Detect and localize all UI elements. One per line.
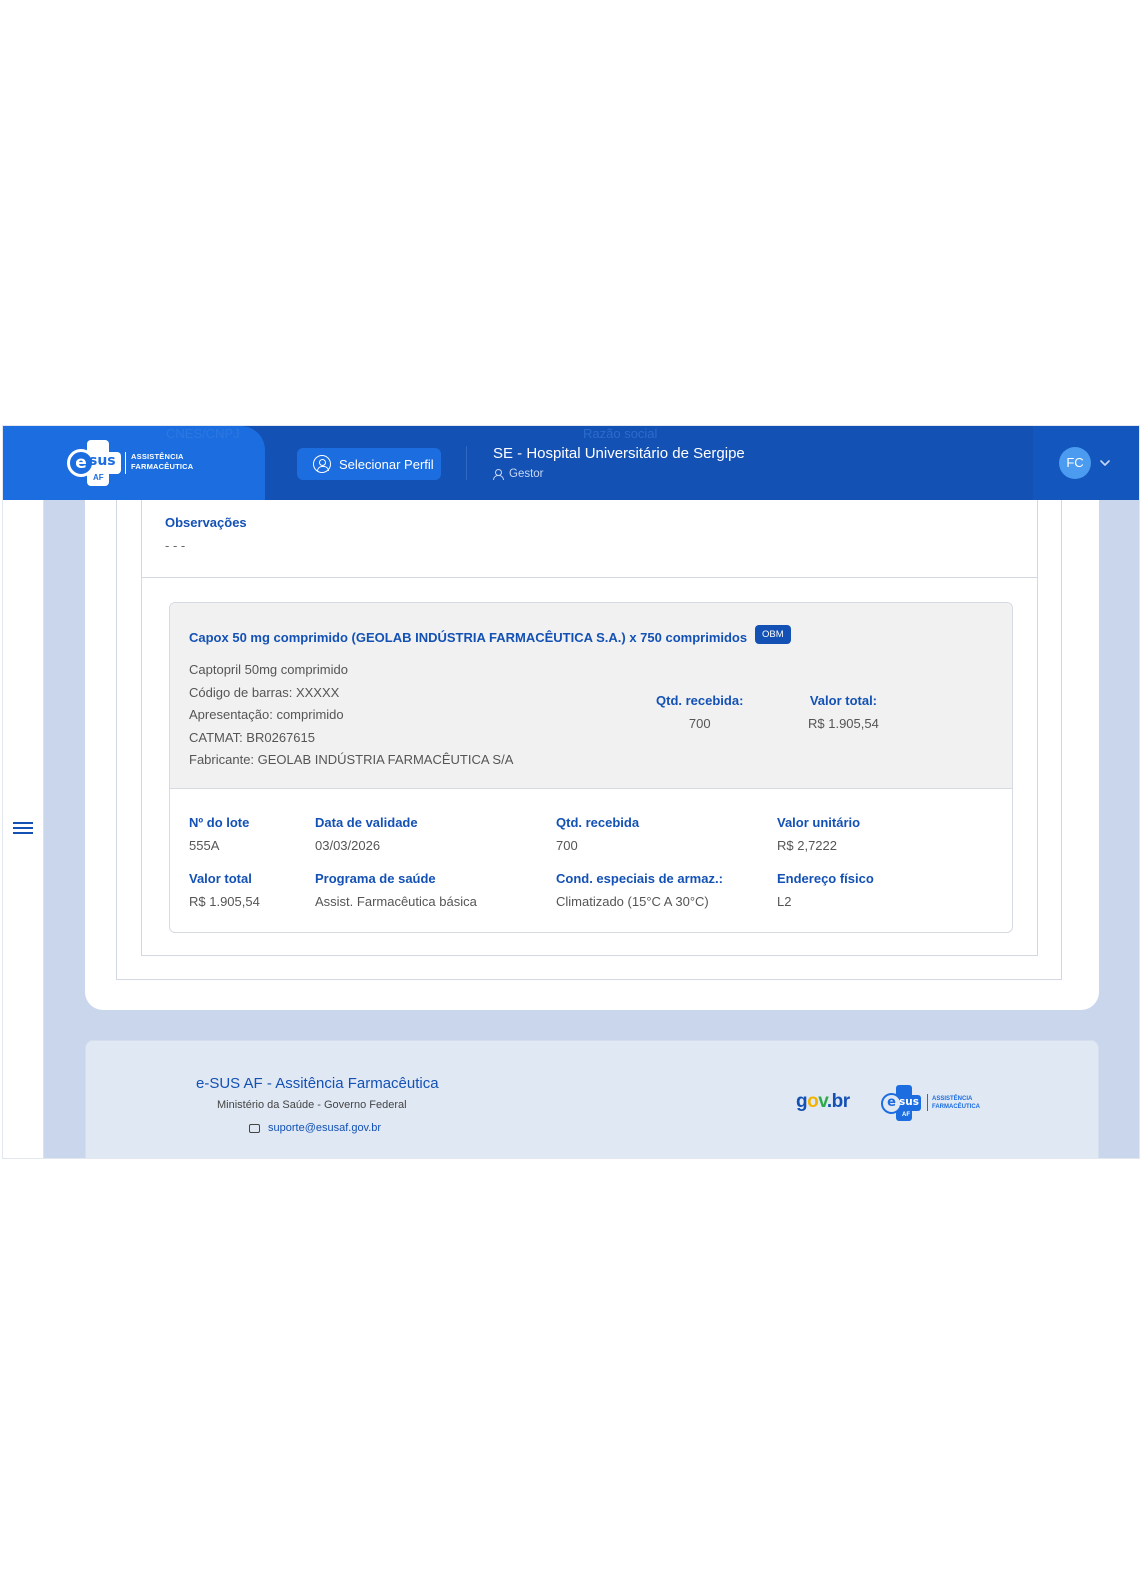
status-badge: OBM [755,625,791,644]
side-rail [3,500,44,1158]
top-header: e sus AF ASSISTÊNCIA FARMACÊUTICA CNES/C… [3,426,1139,500]
select-profile-button[interactable]: Selecionar Perfil [297,448,441,480]
field-cond-armazenamento: Cond. especiais de armaz.: Climatizado (… [556,871,723,909]
field-validade: Data de validade 03/03/2026 [315,815,418,853]
summary-total-value: R$ 1.905,54 [808,716,879,731]
medication-details: Captopril 50mg comprimido Código de barr… [189,659,513,772]
field-valor-total: Valor total R$ 1.905,54 [189,871,260,909]
summary-qtd-value: 700 [688,716,711,731]
user-role: Gestor [493,468,544,480]
medication-title: Capox 50 mg comprimido (GEOLAB INDÚSTRIA… [189,630,748,645]
chevron-down-icon[interactable] [1097,455,1113,471]
logo-af-text: AF [93,473,104,482]
detail-line: Apresentação: comprimido [189,707,344,723]
summary-total: Valor total: R$ 1.905,54 [808,693,879,731]
entry-detail-inner: Observações - - - Capox 50 mg comprimido… [141,500,1038,956]
user-circle-icon [313,455,331,473]
field-qtd-recebida: Qtd. recebida 700 [556,815,640,853]
medication-item-header: Capox 50 mg comprimido (GEOLAB INDÚSTRIA… [170,603,1012,789]
hospital-name: SE - Hospital Universitário de Sergipe [493,445,745,462]
field-endereco-fisico: Endereço físico L2 [777,871,874,909]
observations-label: Observações [165,515,247,530]
field-programa-saude: Programa de saúde Assist. Farmacêutica b… [315,871,477,909]
page-footer: e-SUS AF - Assitência Farmacêutica Minis… [85,1040,1099,1158]
ghost-cnes-header: CNES/CNPJ [166,426,240,441]
envelope-icon [249,1123,260,1133]
ghost-razao-header: Razão social [583,426,658,441]
user-role-label: Gestor [509,468,544,480]
footer-esus-af-logo[interactable]: e sus AF ASSISTÊNCIA FARMACÊUTICA [881,1085,1001,1121]
footer-title: e-SUS AF - Assitência Farmacêutica [196,1075,439,1092]
medication-item-card: Capox 50 mg comprimido (GEOLAB INDÚSTRIA… [169,602,1013,933]
summary-qtd: Qtd. recebida: 700 [656,693,743,731]
logo-wordmark: ASSISTÊNCIA FARMACÊUTICA [131,452,194,471]
field-valor-unitario: Valor unitário R$ 2,7222 [777,815,861,853]
logo-sus-text: sus [89,453,116,469]
govbr-logo[interactable]: gov.br [796,1091,850,1113]
avatar[interactable]: FC [1059,447,1091,479]
select-profile-label: Selecionar Perfil [339,456,434,472]
footer-subtitle: Ministério da Saúde - Governo Federal [217,1099,407,1111]
app-window: e sus AF ASSISTÊNCIA FARMACÊUTICA CNES/C… [2,425,1140,1159]
person-icon [493,469,504,480]
summary-total-label: Valor total: [809,693,878,708]
main-card: Observações - - - Capox 50 mg comprimido… [85,500,1099,1010]
observations-value: - - - [165,538,186,553]
footer-email-link[interactable]: suporte@esusaf.gov.br [268,1122,381,1134]
field-lote: Nº do lote 555A [189,815,250,853]
user-menu-area: FC [1033,426,1139,500]
detail-line: Código de barras: XXXXX [189,684,340,700]
detail-line: CATMAT: BR0267615 [189,729,315,745]
entry-detail-panel: Observações - - - Capox 50 mg comprimido… [116,500,1062,980]
detail-line: Captopril 50mg comprimido [189,662,348,677]
section-divider [142,577,1037,578]
footer-email[interactable]: suporte@esusaf.gov.br [249,1122,381,1134]
header-divider [466,446,467,480]
summary-qtd-label: Qtd. recebida: [656,693,744,708]
detail-line: Fabricante: GEOLAB INDÚSTRIA FARMACÊUTIC… [189,752,514,768]
esus-af-logo[interactable]: e sus AF ASSISTÊNCIA FARMACÊUTICA [67,440,207,486]
hamburger-menu-icon[interactable] [13,822,33,836]
